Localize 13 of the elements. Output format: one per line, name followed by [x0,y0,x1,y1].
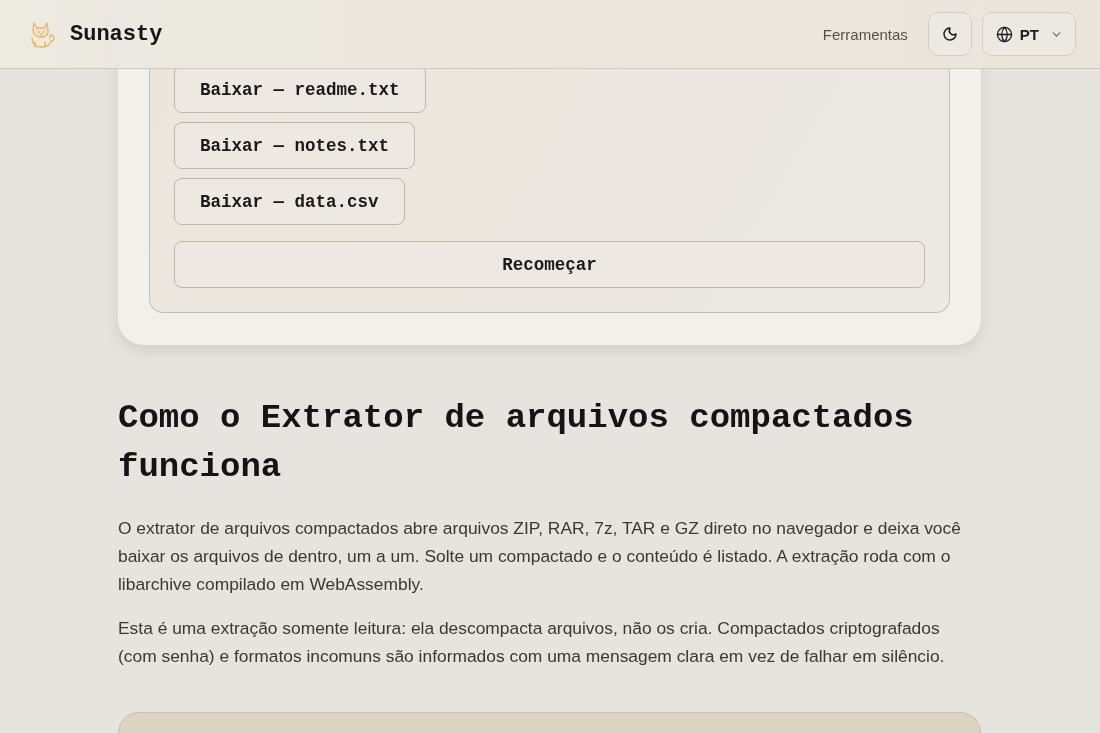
nav-link[interactable]: Ferramentas [822,25,908,43]
globe-icon [995,25,1013,43]
brand-name: Sunasty [70,21,163,47]
language-button[interactable]: PT [981,12,1076,56]
download-button[interactable]: Baixar — notes.txt [174,122,416,169]
restart-button[interactable]: Recomeçar [174,241,925,288]
body-paragraph: Esta é uma extração somente leitura: ela descompacta arquivos, não os cria. Compactados criptografados (com senha) e formatos incomuns são informados com uma mensagem clara em vez de falhar em silêncio. [118,617,946,668]
download-button[interactable]: Baixar — data.csv [174,178,405,225]
section-heading: Como o Extrator de arquivos compactados funciona [118,398,915,488]
theme-toggle-button[interactable] [927,12,972,56]
download-button[interactable]: Baixar — readme.txt [174,66,426,113]
body-paragraph: O extrator de arquivos compactados abre arquivos ZIP, RAR, 7z, TAR e GZ direto no navegador e deixa você baixar os arquivos de dentro, um a um. Solte um compactado e o conteúdo é listado. A extração roda com o libarchive compilado em WebAssembly. [118,517,962,596]
moon-icon [941,26,958,42]
